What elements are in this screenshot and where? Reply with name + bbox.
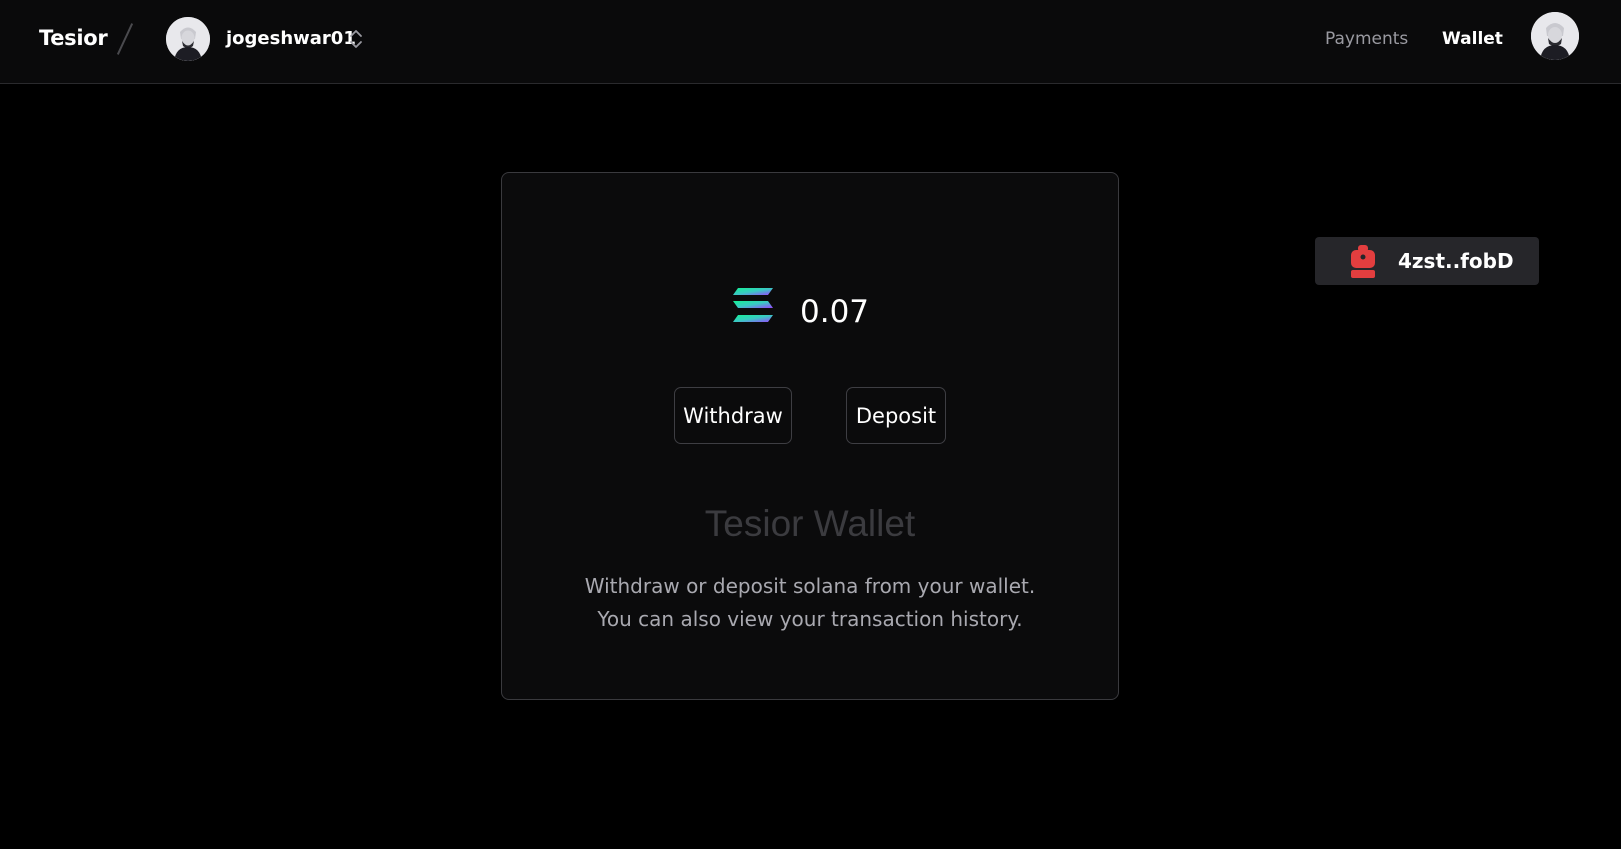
wallet-card-description: Withdraw or deposit solana from your wal… <box>502 570 1118 636</box>
deposit-button[interactable]: Deposit <box>846 387 946 444</box>
nav-payments-link[interactable]: Payments <box>1325 29 1408 49</box>
brand-logo[interactable]: Tesior <box>39 26 108 50</box>
user-avatar-icon <box>1531 12 1579 60</box>
team-avatar[interactable] <box>166 17 210 61</box>
wallet-balance: 0.07 <box>800 294 870 330</box>
wallet-address: 4zst..fobD <box>1398 249 1514 273</box>
solana-icon <box>732 287 774 323</box>
wallet-card-title: Tesior Wallet <box>704 503 916 544</box>
description-line-1: Withdraw or deposit solana from your wal… <box>584 574 1036 598</box>
profile-avatar[interactable] <box>1531 12 1579 60</box>
team-switcher-name[interactable]: jogeshwar01 <box>226 28 356 49</box>
description-line-2: You can also view your transaction histo… <box>597 607 1023 631</box>
user-avatar-icon <box>166 17 210 61</box>
chevron-up-down-icon[interactable] <box>348 26 364 52</box>
backpack-icon <box>1351 245 1375 278</box>
withdraw-button[interactable]: Withdraw <box>674 387 792 444</box>
connected-wallet-button[interactable]: 4zst..fobD <box>1315 237 1539 285</box>
nav-wallet-link[interactable]: Wallet <box>1442 29 1503 49</box>
breadcrumb-divider <box>116 23 134 55</box>
wallet-card: 0.07 Withdraw Deposit Tesior Wallet With… <box>501 172 1119 700</box>
top-navbar: Tesior jogeshwar01 Payments Wallet <box>0 0 1621 84</box>
